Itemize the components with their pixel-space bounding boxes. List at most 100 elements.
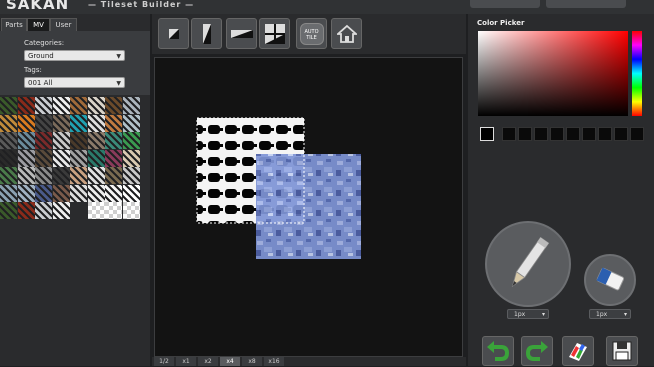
palette-tile-empty[interactable] [105, 202, 122, 219]
pencil-tool-button[interactable] [485, 221, 571, 307]
palette-tile-empty[interactable] [122, 202, 140, 219]
tab-user[interactable]: User [50, 18, 77, 31]
tile-palette[interactable] [0, 97, 140, 220]
palette-tile[interactable] [17, 149, 35, 167]
color-swatch[interactable] [518, 127, 532, 141]
color-swatch[interactable] [566, 127, 580, 141]
wide-tile-icon [230, 29, 253, 38]
palette-tile[interactable] [17, 132, 35, 149]
palette-tile[interactable] [35, 184, 52, 202]
zoom-x4[interactable]: x4 [220, 357, 240, 366]
color-swatch[interactable] [502, 127, 516, 141]
palette-tile[interactable] [35, 149, 52, 167]
palette-tile[interactable] [87, 149, 105, 167]
color-swatch[interactable] [598, 127, 612, 141]
palette-tile[interactable] [35, 97, 52, 114]
zoom-x2[interactable]: x2 [198, 357, 218, 366]
palette-tile[interactable] [122, 114, 140, 132]
palette-tile[interactable] [35, 132, 52, 149]
palette-tile[interactable] [52, 149, 70, 167]
palette-tile[interactable] [122, 167, 140, 184]
palette-tile[interactable] [105, 132, 122, 149]
palette-tile[interactable] [70, 114, 87, 132]
palette-tile-empty[interactable] [87, 202, 105, 219]
tall-tile-button[interactable] [191, 18, 222, 49]
palette-tile[interactable] [52, 202, 70, 219]
palette-tile[interactable] [0, 114, 17, 132]
zoom-x16[interactable]: x16 [264, 357, 284, 366]
palette-tile[interactable] [105, 149, 122, 167]
save-button[interactable] [606, 336, 638, 366]
wide-tile-button[interactable] [226, 18, 257, 49]
palette-tile[interactable] [70, 132, 87, 149]
palette-tile[interactable] [0, 184, 17, 202]
tags-select[interactable]: 001 All ▼ [24, 77, 125, 88]
palette-tile[interactable] [122, 97, 140, 114]
palette-tile[interactable] [17, 114, 35, 132]
palette-tile[interactable] [122, 184, 140, 202]
categories-select[interactable]: Ground ▼ [24, 50, 125, 61]
palette-tile[interactable] [52, 167, 70, 184]
palette-tile[interactable] [17, 184, 35, 202]
color-swatch[interactable] [582, 127, 596, 141]
palette-tile[interactable] [52, 132, 70, 149]
palette-tile[interactable] [70, 167, 87, 184]
grid-tile-button[interactable] [259, 18, 290, 49]
palette-tile[interactable] [0, 132, 17, 149]
current-color-swatch[interactable] [480, 127, 494, 141]
palette-tile[interactable] [105, 184, 122, 202]
tab-parts[interactable]: Parts [1, 18, 27, 31]
palette-tile[interactable] [105, 114, 122, 132]
eraser-size-value: 1px [596, 311, 608, 318]
palette-tile[interactable] [70, 149, 87, 167]
palette-tile[interactable] [52, 97, 70, 114]
palette-tile[interactable] [105, 97, 122, 114]
color-swatch[interactable] [550, 127, 564, 141]
palette-tile[interactable] [105, 167, 122, 184]
zoom-half[interactable]: 1/2 [154, 357, 174, 366]
palette-tile[interactable] [87, 132, 105, 149]
home-button[interactable] [331, 18, 362, 49]
tab-mv[interactable]: MV [27, 18, 50, 31]
palette-tile[interactable] [35, 167, 52, 184]
palette-tile[interactable] [70, 184, 87, 202]
header-button[interactable] [546, 0, 626, 8]
header-button[interactable] [470, 0, 540, 8]
palette-tile[interactable] [17, 202, 35, 219]
saturation-value-area[interactable] [478, 31, 628, 116]
eraser-tool-button[interactable] [584, 254, 636, 306]
palette-tile[interactable] [35, 114, 52, 132]
palette-tile[interactable] [52, 114, 70, 132]
palette-tile[interactable] [17, 167, 35, 184]
palette-tile[interactable] [0, 97, 17, 114]
tile-canvas[interactable] [154, 57, 463, 357]
redo-button[interactable] [521, 336, 553, 366]
pencil-size-value: 1px [514, 311, 526, 318]
zoom-x1[interactable]: x1 [176, 357, 196, 366]
palette-tile[interactable] [87, 114, 105, 132]
square-tile-button[interactable] [158, 18, 189, 49]
palette-tile[interactable] [87, 184, 105, 202]
palette-tile[interactable] [17, 97, 35, 114]
palette-tile[interactable] [87, 97, 105, 114]
palette-tile[interactable] [87, 167, 105, 184]
color-swatch[interactable] [614, 127, 628, 141]
palette-tile[interactable] [0, 167, 17, 184]
pencil-size-select[interactable]: 1px ▾ [507, 309, 549, 319]
palette-tile[interactable] [70, 97, 87, 114]
palette-tile[interactable] [122, 132, 140, 149]
palette-button[interactable] [562, 336, 594, 366]
undo-button[interactable] [482, 336, 514, 366]
color-swatch[interactable] [630, 127, 644, 141]
palette-tile[interactable] [35, 202, 52, 219]
categories-value: Ground [28, 52, 54, 60]
palette-tile[interactable] [52, 184, 70, 202]
color-swatch[interactable] [534, 127, 548, 141]
palette-tile[interactable] [122, 149, 140, 167]
hue-slider[interactable] [632, 31, 642, 116]
auto-tile-button[interactable]: AUTO TILE [296, 18, 327, 49]
palette-tile[interactable] [0, 149, 17, 167]
palette-tile[interactable] [0, 202, 17, 219]
zoom-x8[interactable]: x8 [242, 357, 262, 366]
eraser-size-select[interactable]: 1px ▾ [589, 309, 631, 319]
